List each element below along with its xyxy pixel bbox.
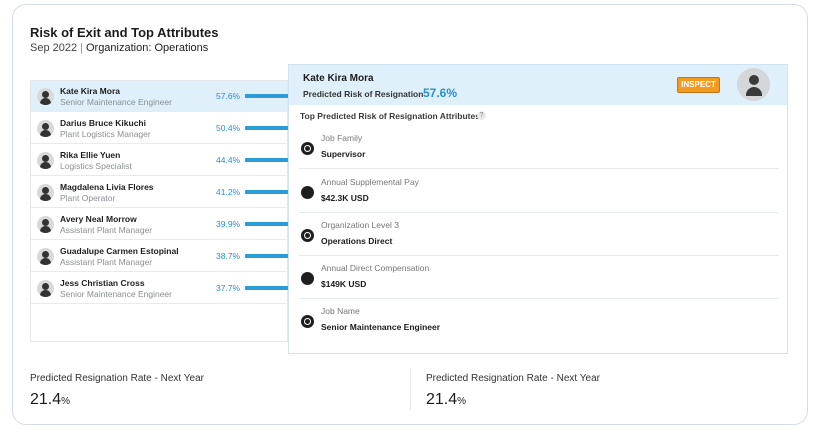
triad-icon [301, 315, 314, 328]
attribute-label: Annual Supplemental Pay [321, 177, 419, 187]
attribute-value: Supervisor [321, 149, 366, 159]
employee-role: Logistics Specialist [60, 161, 132, 171]
risk-percent: 37.7% [216, 283, 241, 293]
avatar-icon [37, 88, 54, 105]
organization-label: Organization: Operations [85, 42, 209, 54]
metric-unit: % [457, 396, 467, 407]
metric-value: 21.4% [426, 391, 466, 409]
dot-icon [301, 272, 314, 285]
list-item[interactable]: Guadalupe Carmen Estopinal Assistant Pla… [31, 241, 292, 272]
employee-role: Assistant Plant Manager [60, 225, 153, 235]
risk-percent: 50.4% [216, 123, 241, 133]
inspect-button[interactable]: INSPECT [677, 77, 720, 93]
risk-bar [245, 254, 292, 258]
list-item[interactable]: Magdalena Livia Flores Plant Operator 41… [31, 177, 295, 208]
detail-risk-value: 57.6% [423, 86, 458, 100]
period-label: Sep 2022 [30, 42, 78, 54]
metric-unit: % [61, 396, 71, 407]
employee-name: Magdalena Livia Flores [60, 182, 154, 192]
risk-percent: 57.6% [216, 91, 241, 101]
risk-percent: 39.9% [216, 219, 241, 229]
list-item[interactable]: Darius Bruce Kikuchi Plant Logistics Man… [31, 113, 306, 144]
avatar-icon [37, 184, 54, 201]
employee-role: Senior Maintenance Engineer [60, 97, 172, 107]
risk-percent: 38.7% [216, 251, 241, 261]
list-item[interactable]: Kate Kira Mora Senior Maintenance Engine… [31, 81, 314, 112]
avatar-icon [37, 152, 54, 169]
attribute-label: Job Family [321, 133, 363, 143]
attribute-label: Organization Level 3 [321, 220, 399, 230]
employee-name: Avery Neal Morrow [60, 214, 137, 224]
metric-number: 21.4 [30, 391, 62, 408]
employee-role: Assistant Plant Manager [60, 257, 153, 267]
triad-icon [301, 142, 314, 155]
list-item[interactable]: Avery Neal Morrow Assistant Plant Manage… [31, 209, 294, 240]
dot-icon [301, 186, 314, 199]
metric-value: 21.4% [30, 391, 70, 409]
attribute-item: Job Name Senior Maintenance Engineer [299, 298, 779, 342]
metric-divider [410, 368, 411, 410]
avatar-icon [37, 120, 54, 137]
employee-name: Rika Ellie Yuen [60, 150, 121, 160]
detail-panel: Kate Kira Mora Predicted Risk of Resigna… [288, 64, 788, 354]
risk-bar [245, 286, 291, 290]
attribute-item: Organization Level 3 Operations Direct [299, 212, 779, 256]
attribute-label: Annual Direct Compensation [321, 263, 430, 273]
list-item[interactable]: Rika Ellie Yuen Logistics Specialist 44.… [31, 145, 299, 176]
risk-percent: 44.4% [216, 155, 241, 165]
subtitle-separator: | [80, 42, 83, 54]
employee-name: Guadalupe Carmen Estopinal [60, 246, 179, 256]
list-item[interactable]: Jess Christian Cross Senior Maintenance … [31, 273, 291, 304]
avatar-icon [37, 280, 54, 297]
attribute-item: Annual Direct Compensation $149K USD [299, 255, 779, 299]
employee-role: Senior Maintenance Engineer [60, 289, 172, 299]
attribute-label: Job Name [321, 306, 360, 316]
risk-bar [245, 222, 294, 226]
metric-label: Predicted Resignation Rate - Next Year [426, 373, 600, 384]
employee-name: Darius Bruce Kikuchi [60, 118, 146, 128]
avatar-icon [37, 248, 54, 265]
employee-role: Plant Operator [60, 193, 116, 203]
avatar-icon [37, 216, 54, 233]
attribute-value: Operations Direct [321, 236, 393, 246]
detail-risk-label: Predicted Risk of Resignation [303, 89, 424, 99]
card-subtitle: Sep 2022 | Organization: Operations [30, 42, 208, 54]
metric-number: 21.4 [426, 391, 458, 408]
employee-list: Kate Kira Mora Senior Maintenance Engine… [30, 80, 314, 342]
attributes-title: Top Predicted Risk of Resignation Attrib… [300, 111, 480, 121]
attribute-value: $149K USD [321, 279, 367, 289]
metric-label: Predicted Resignation Rate - Next Year [30, 373, 204, 384]
risk-percent: 41.2% [216, 187, 241, 197]
attribute-value: Senior Maintenance Engineer [321, 322, 441, 332]
triad-icon [301, 229, 314, 242]
attribute-value: $42.3K USD [321, 193, 369, 203]
employee-name: Jess Christian Cross [60, 278, 145, 288]
employee-name: Kate Kira Mora [60, 86, 120, 96]
employee-role: Plant Logistics Manager [60, 129, 151, 139]
detail-employee-name: Kate Kira Mora [303, 73, 374, 84]
card-title: Risk of Exit and Top Attributes [30, 25, 219, 40]
detail-header: Kate Kira Mora Predicted Risk of Resigna… [289, 65, 787, 105]
attribute-item: Job Family Supervisor [299, 125, 779, 169]
help-icon[interactable]: ? [477, 111, 486, 120]
attribute-item: Annual Supplemental Pay $42.3K USD [299, 169, 779, 213]
avatar-icon [737, 68, 770, 101]
